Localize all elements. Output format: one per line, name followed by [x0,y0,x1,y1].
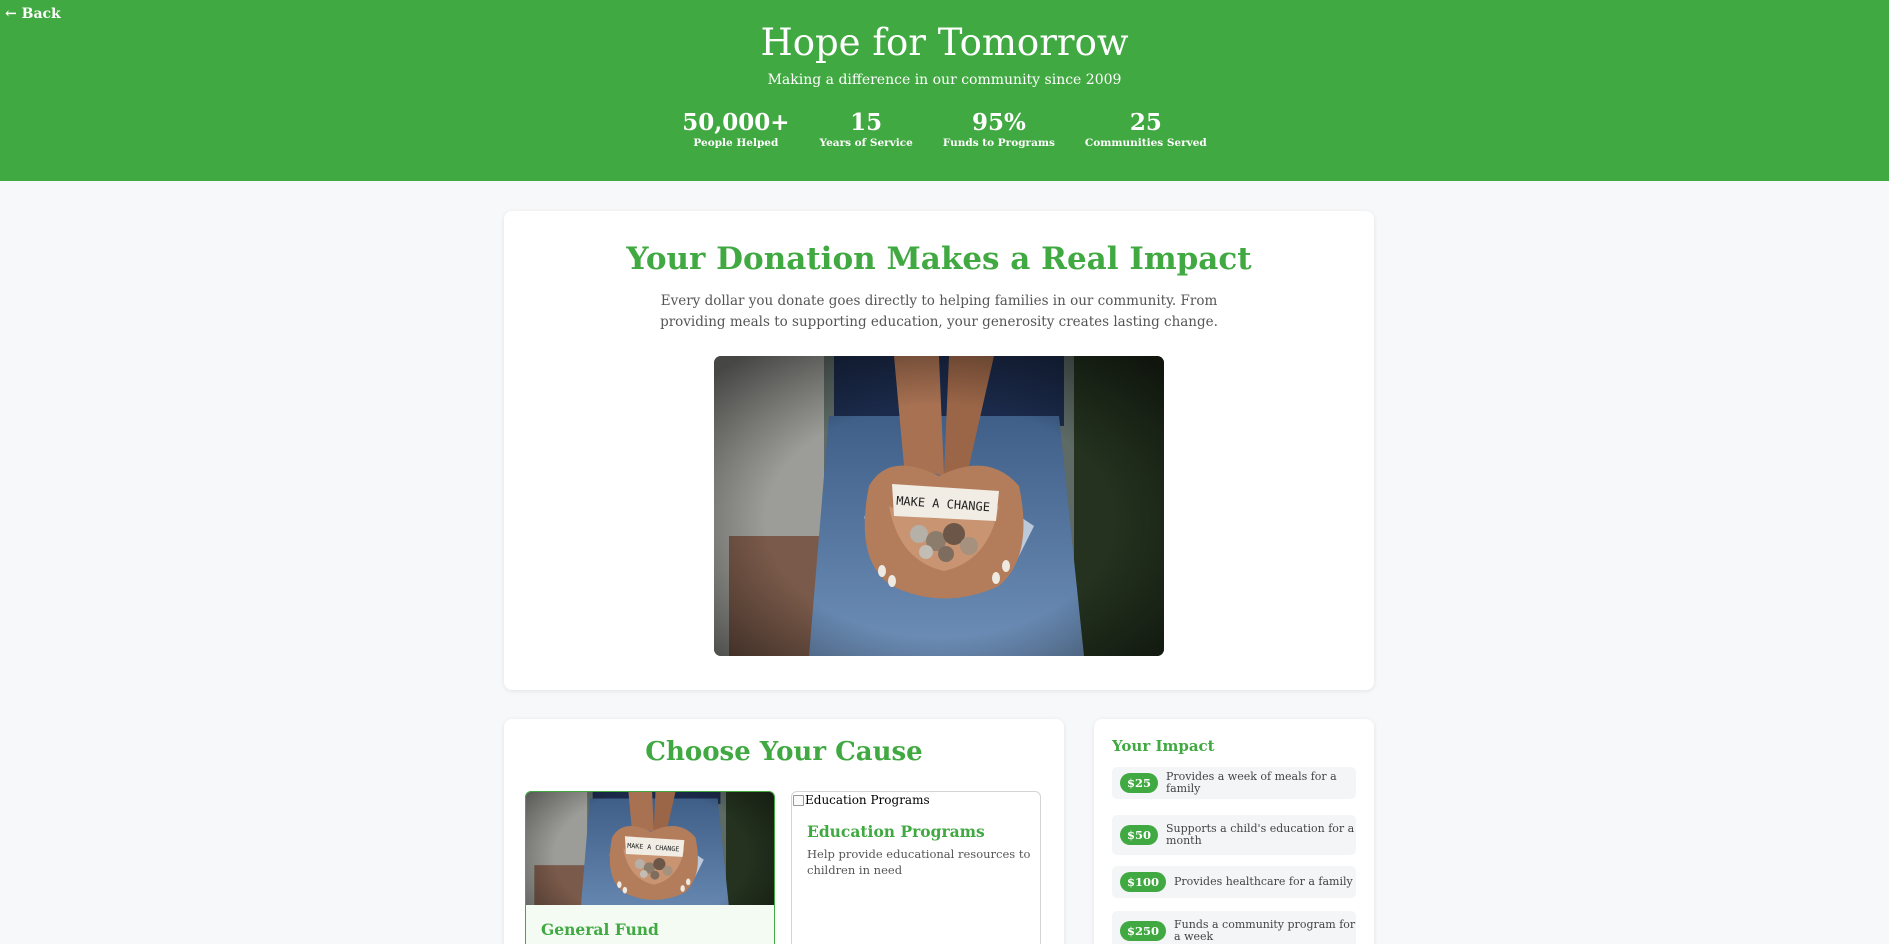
stat-value: 95% [971,109,1026,136]
your-impact-card: Your Impact $25 Provides a week of meals… [1094,719,1374,944]
impact-item-text: Provides healthcare for a family [1174,875,1353,888]
stat-value: 50,000+ [682,109,790,136]
stat-value: 25 [1129,109,1162,136]
stat-funds-to-programs: 95% Funds to Programs [943,110,1055,150]
stat-value: 15 [850,109,883,136]
cause-option-general-fund[interactable]: General Fund [525,791,775,944]
impact-item-text: Funds a community program for a week [1174,918,1356,943]
impact-item-text: Provides a week of meals for a family [1166,770,1337,795]
your-impact-title: Your Impact [1112,737,1215,755]
amount-badge: $50 [1120,825,1159,845]
site-title: Hope for Tomorrow [760,21,1129,64]
impact-item: $25 Provides a week of meals for a famil… [1112,767,1356,799]
impact-item: $50 Supports a child's education for a m… [1112,815,1356,855]
stat-label: Funds to Programs [942,137,1055,149]
cause-name: General Fund [541,920,659,939]
choose-cause-card: Choose Your Cause General Fund Education… [504,719,1064,944]
amount-badge: $100 [1120,872,1167,892]
impact-item: $250 Funds a community program for a wee… [1112,911,1356,944]
choose-cause-title: Choose Your Cause [645,737,923,767]
stats-bar: 50,000+ People Helped 15 Years of Servic… [0,110,1889,150]
image-alt-text: Education Programs [805,793,930,807]
amount-badge: $250 [1120,921,1167,941]
site-tagline: Making a difference in our community sin… [767,72,1122,88]
stat-communities-served: 25 Communities Served [1085,110,1207,150]
cause-option-education-programs[interactable]: Education Programs Education Programs He… [791,791,1041,944]
hero-photo [714,356,1164,656]
donation-impact-card: Your Donation Makes a Real Impact Every … [504,211,1374,690]
impact-item: $100 Provides healthcare for a family [1112,866,1356,898]
stat-years-of-service: 15 Years of Service [820,110,913,150]
cause-thumbnail [526,792,775,905]
cause-description: Help provide educational resources to ch… [807,847,1031,877]
impact-description: Every dollar you donate goes directly to… [660,293,1218,330]
stat-label: Communities Served [1084,137,1207,149]
impact-item-text: Supports a child's education for a month [1166,822,1355,847]
stat-people-helped: 50,000+ People Helped [682,110,789,150]
broken-image-icon: Education Programs [793,793,930,807]
impact-title: Your Donation Makes a Real Impact [626,241,1252,277]
stat-label: People Helped [693,137,779,149]
site-header: ← Back Hope for Tomorrow Making a differ… [0,0,1889,181]
amount-badge: $25 [1120,773,1159,793]
cause-name: Education Programs [807,822,985,841]
stat-label: Years of Service [819,137,913,149]
